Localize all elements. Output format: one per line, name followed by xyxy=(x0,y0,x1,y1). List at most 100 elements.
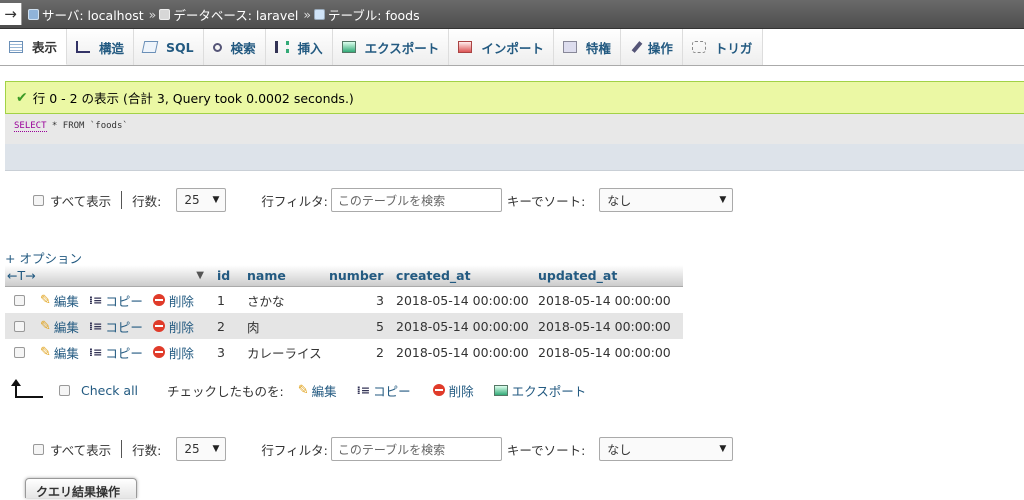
tab-label: 表示 xyxy=(32,40,58,55)
copy-link[interactable]: ⁞≡ コピー xyxy=(89,291,143,310)
show-all-checkbox[interactable] xyxy=(33,194,44,206)
row-filter-input[interactable]: このテーブルを検索 xyxy=(330,437,502,461)
breadcrumb-separator: » xyxy=(303,6,312,22)
cell-created-at[interactable]: 2018-05-14 00:00:00 xyxy=(389,293,535,308)
sql-query-text: * FROM `foods` xyxy=(46,121,128,131)
cell-updated-at[interactable]: 2018-05-14 00:00:00 xyxy=(535,319,681,334)
column-header-updated-at[interactable]: updated_at xyxy=(535,268,681,283)
cell-number[interactable]: 3 xyxy=(324,293,389,308)
column-header-number[interactable]: number xyxy=(324,268,389,283)
breadcrumb-table-label[interactable]: テーブル: foods xyxy=(328,5,420,24)
sql-query-box[interactable]: SELECT * FROM `foods` xyxy=(5,114,1024,144)
cell-updated-at[interactable]: 2018-05-14 00:00:00 xyxy=(535,345,681,360)
cell-number[interactable]: 5 xyxy=(324,319,389,334)
breadcrumb-database-label[interactable]: データベース: laravel xyxy=(173,5,298,24)
tab-label: 検索 xyxy=(230,40,256,56)
back-arrow-icon[interactable]: → xyxy=(0,3,22,25)
rows-select[interactable]: 25 ▼ xyxy=(176,188,227,212)
tab-privileges[interactable]: 特権 xyxy=(553,29,621,65)
check-all-checkbox[interactable] xyxy=(59,384,70,396)
cell-name[interactable]: さかな xyxy=(242,291,324,310)
chevron-down-icon: ▼ xyxy=(719,444,727,454)
tab-label: 特権 xyxy=(585,40,611,56)
column-header-id[interactable]: id xyxy=(212,268,242,283)
cell-created-at[interactable]: 2018-05-14 00:00:00 xyxy=(389,319,535,334)
cell-name[interactable]: カレーライス xyxy=(242,343,324,362)
tab-label: 操作 xyxy=(647,40,673,56)
database-icon xyxy=(159,8,171,20)
cell-name[interactable]: 肉 xyxy=(242,317,324,336)
breadcrumb-server-label[interactable]: サーバ: localhost xyxy=(42,5,144,24)
tab-label: インポート xyxy=(481,40,544,56)
show-all-checkbox[interactable] xyxy=(33,443,44,455)
tab-label: 構造 xyxy=(99,40,125,56)
bulk-copy-button[interactable]: ⁞≡ コピー xyxy=(357,381,411,400)
breadcrumb-table[interactable]: テーブル: foods xyxy=(314,5,420,24)
check-all-label[interactable]: Check all xyxy=(81,383,138,398)
header-actions-column: ←T→ ▼ xyxy=(5,268,212,283)
cell-created-at[interactable]: 2018-05-14 00:00:00 xyxy=(389,345,535,360)
tab-sql[interactable]: SQL xyxy=(134,29,204,65)
cell-number[interactable]: 2 xyxy=(324,345,389,360)
tab-insert[interactable]: 挿入 xyxy=(265,29,333,65)
breadcrumb-database[interactable]: データベース: laravel xyxy=(159,5,298,24)
tab-triggers[interactable]: トリガ xyxy=(682,29,764,65)
pencil-icon: ✎ xyxy=(40,292,51,308)
sort-by-key-select[interactable]: なし ▼ xyxy=(599,437,734,461)
rows-select[interactable]: 25 ▼ xyxy=(176,437,227,461)
tab-export[interactable]: エクスポート xyxy=(332,29,450,65)
show-all-label[interactable]: すべて表示 xyxy=(50,191,111,210)
copy-icon: ⁞≡ xyxy=(88,293,103,307)
row-select-checkbox[interactable] xyxy=(14,346,25,358)
tab-browse[interactable]: 表示 xyxy=(0,29,68,65)
delete-link[interactable]: 削除 xyxy=(152,291,194,310)
row-actions: ✎ 編集 ⁞≡ コピー 削除 xyxy=(5,317,212,336)
column-header-created-at[interactable]: created_at xyxy=(389,268,535,283)
edit-link[interactable]: ✎ 編集 xyxy=(40,291,79,310)
delete-label: 削除 xyxy=(168,293,194,309)
cell-id[interactable]: 2 xyxy=(212,319,242,334)
structure-icon xyxy=(76,41,91,53)
row-select-checkbox[interactable] xyxy=(14,320,25,332)
cell-updated-at[interactable]: 2018-05-14 00:00:00 xyxy=(535,293,681,308)
cell-id[interactable]: 3 xyxy=(212,345,242,360)
row-filter-input[interactable]: このテーブルを検索 xyxy=(330,188,502,212)
copy-icon: ⁞≡ xyxy=(88,319,103,333)
bulk-export-label: エクスポート xyxy=(511,383,587,399)
row-filter-label: 行フィルタ: xyxy=(261,193,328,209)
search-icon xyxy=(212,42,222,52)
sort-select-value: なし xyxy=(607,442,632,457)
chevron-down-icon: ▼ xyxy=(212,444,220,454)
table-header: ←T→ ▼ id name number created_at updated_… xyxy=(5,265,683,287)
breadcrumb-server[interactable]: サーバ: localhost xyxy=(28,5,144,24)
sort-by-key-select[interactable]: なし ▼ xyxy=(599,188,734,212)
copy-link[interactable]: ⁞≡ コピー xyxy=(89,343,143,362)
delete-link[interactable]: 削除 xyxy=(152,317,194,336)
edit-link[interactable]: ✎ 編集 xyxy=(40,317,79,336)
column-header-name[interactable]: name xyxy=(242,268,324,283)
query-results-operations-tab[interactable]: クエリ結果操作 xyxy=(25,478,137,499)
copy-link[interactable]: ⁞≡ コピー xyxy=(89,317,143,336)
tab-import[interactable]: インポート xyxy=(449,29,554,65)
edit-link[interactable]: ✎ 編集 xyxy=(40,343,79,362)
tab-search[interactable]: 検索 xyxy=(203,29,266,65)
rows-label: 行数: xyxy=(132,442,162,458)
tab-label: トリガ xyxy=(714,40,753,56)
breadcrumb: → サーバ: localhost » データベース: laravel » テーブ… xyxy=(0,0,1024,29)
delete-icon xyxy=(152,294,165,306)
delete-link[interactable]: 削除 xyxy=(152,343,194,362)
bulk-edit-button[interactable]: ✎ 編集 xyxy=(298,381,337,400)
table-icon xyxy=(314,8,326,20)
column-resize-arrows-icon[interactable]: ←T→ xyxy=(5,268,36,283)
show-all-label[interactable]: すべて表示 xyxy=(50,440,111,459)
row-select-checkbox[interactable] xyxy=(14,294,25,306)
cell-id[interactable]: 1 xyxy=(212,293,242,308)
tab-operations[interactable]: 操作 xyxy=(620,29,683,65)
bulk-delete-button[interactable]: 削除 xyxy=(432,381,474,400)
column-menu-dropdown-icon[interactable]: ▼ xyxy=(196,270,204,281)
chevron-down-icon: ▼ xyxy=(212,195,220,205)
divider xyxy=(121,191,123,209)
tab-structure[interactable]: 構造 xyxy=(67,29,135,65)
sql-keyword-select[interactable]: SELECT xyxy=(14,121,47,132)
bulk-export-button[interactable]: エクスポート xyxy=(493,381,587,400)
